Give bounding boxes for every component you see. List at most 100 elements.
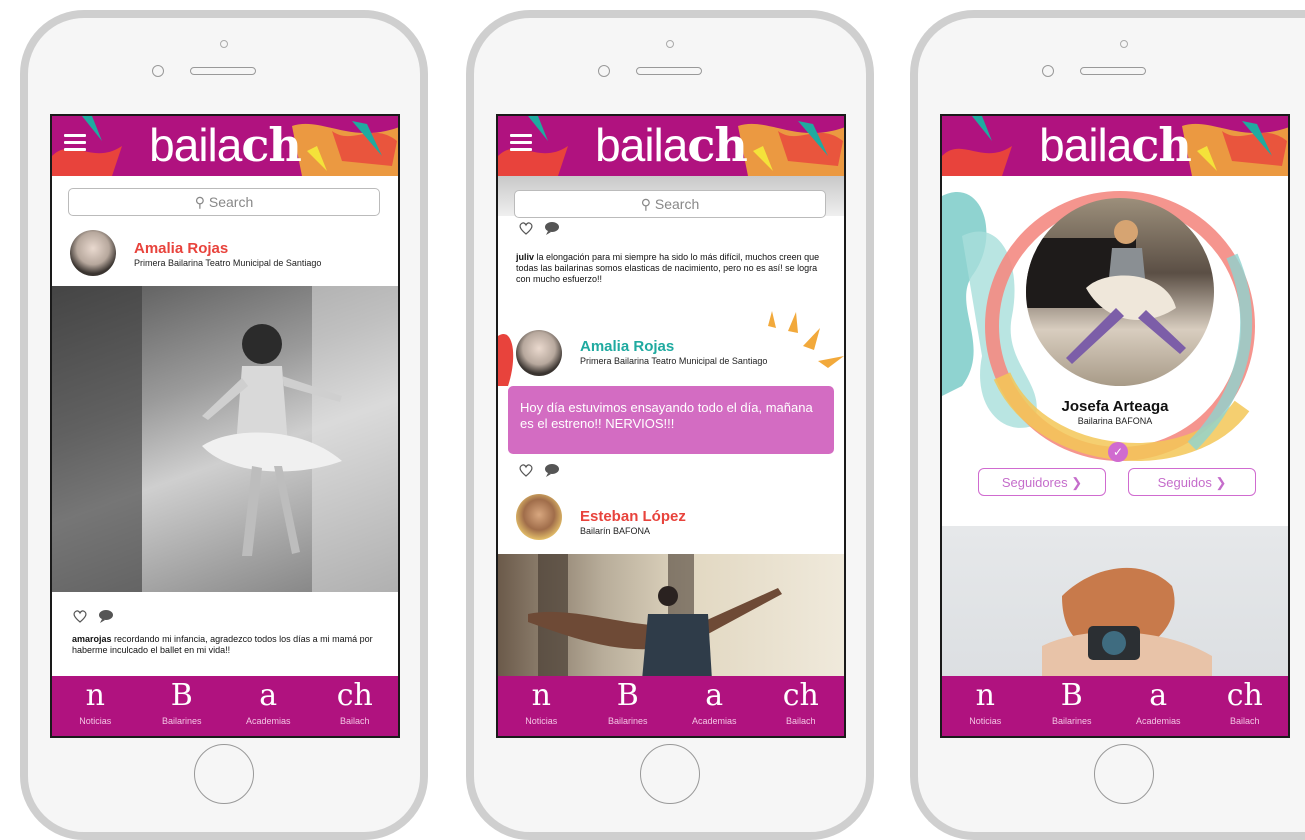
nav-academias-icon: a [1149, 678, 1168, 713]
nav-label: Bailach [1229, 716, 1260, 726]
comment-text: juliv la elongación para mi siempre ha s… [516, 252, 820, 284]
dancer-figure [1026, 220, 1186, 364]
phone-frame-2: bailach ⚲ Search juliv la elongación par… [466, 10, 874, 840]
nav-academias[interactable]: a Academias [225, 676, 312, 736]
chevron-down-icon: ❯ [1071, 475, 1083, 490]
nav-noticias[interactable]: n Noticias [498, 676, 585, 736]
ballerina-silhouette [52, 286, 398, 592]
bottom-nav: n Noticias B Bailarines a Academias ch Baila… [498, 676, 844, 736]
nav-bailarines-icon: B [170, 678, 193, 713]
screen-profile: bailach Josefa Arteaga Bailarina BAFONA … [940, 114, 1290, 738]
nav-academias[interactable]: a Academias [671, 676, 758, 736]
comment-icon[interactable] [544, 462, 560, 478]
profile-role: Bailarina BAFONA [1077, 416, 1153, 426]
post-author[interactable]: Amalia Rojas [580, 338, 674, 355]
search-icon: ⚲ [640, 196, 651, 212]
nav-bailach[interactable]: ch Bailach [758, 676, 845, 736]
search-placeholder: Search [208, 194, 254, 210]
nav-noticias-icon: n [531, 678, 551, 713]
screen-feed-2: bailach ⚲ Search juliv la elongación par… [496, 114, 846, 738]
avatar[interactable] [70, 230, 116, 276]
like-icon[interactable] [518, 462, 534, 478]
nav-noticias-icon: n [85, 678, 105, 713]
nav-bailarines[interactable]: B Bailarines [139, 676, 226, 736]
verified-icon: ✓ [1108, 442, 1128, 462]
nav-bailarines[interactable]: B Bailarines [585, 676, 672, 736]
profile-photo [1026, 198, 1214, 386]
dancers-silhouette [528, 554, 782, 680]
nav-label: Academias [245, 716, 291, 726]
search-input[interactable]: ⚲ Search [514, 190, 826, 218]
post-photo [52, 286, 398, 592]
comment-icon[interactable] [98, 608, 114, 624]
post-photo [498, 554, 844, 680]
nav-label: Academias [691, 716, 737, 726]
camera [220, 40, 228, 48]
post-caption: amarojas recordando mi infancia, agradez… [72, 634, 373, 655]
sensor [152, 65, 164, 77]
speaker [190, 67, 256, 75]
camera [1120, 40, 1128, 48]
nav-label: Bailarines [607, 716, 648, 726]
search-icon: ⚲ [194, 194, 205, 210]
app-header: bailach [498, 116, 844, 176]
nav-bailach-icon: ch [336, 678, 373, 713]
post-author[interactable]: Amalia Rojas [134, 240, 228, 257]
speaker [636, 67, 702, 75]
following-button[interactable]: Seguidos ❯ [1128, 468, 1256, 496]
following-label: Seguidos [1157, 475, 1212, 490]
nav-bailach-icon: ch [782, 678, 819, 713]
speaker [1080, 67, 1146, 75]
followers-button[interactable]: Seguidores ❯ [978, 468, 1106, 496]
like-icon[interactable] [72, 608, 88, 624]
nav-noticias[interactable]: n Noticias [52, 676, 139, 736]
sensor [598, 65, 610, 77]
nav-noticias-icon: n [975, 678, 995, 713]
app-header: bailach [52, 116, 398, 176]
phone-frame-3: bailach Josefa Arteaga Bailarina BAFONA … [910, 10, 1305, 840]
nav-noticias[interactable]: n Noticias [942, 676, 1029, 736]
nav-bailarines[interactable]: B Bailarines [1029, 676, 1116, 736]
nav-label: Noticias [525, 716, 558, 726]
home-button[interactable] [1094, 744, 1154, 804]
home-button[interactable] [194, 744, 254, 804]
camera [666, 40, 674, 48]
sensor [1042, 65, 1054, 77]
followers-label: Seguidores [1001, 475, 1068, 490]
search-placeholder: Search [654, 196, 700, 212]
nav-bailarines-icon: B [1060, 678, 1083, 713]
photographer-figure [1042, 567, 1212, 680]
avatar[interactable] [516, 494, 562, 540]
app-header: bailach [942, 116, 1288, 176]
nav-academias[interactable]: a Academias [1115, 676, 1202, 736]
post-author-role: Primera Bailarina Teatro Municipal de Sa… [580, 356, 768, 366]
nav-label: Bailach [339, 716, 370, 726]
nav-bailarines-icon: B [616, 678, 639, 713]
post-author-role: Primera Bailarina Teatro Municipal de Sa… [134, 258, 322, 268]
post-author[interactable]: Esteban López [580, 508, 686, 525]
nav-label: Noticias [969, 716, 1002, 726]
search-input[interactable]: ⚲ Search [68, 188, 380, 216]
nav-bailach[interactable]: ch Bailach [1202, 676, 1289, 736]
app-logo: bailach [1039, 118, 1192, 172]
profile-name: Josefa Arteaga [1061, 398, 1169, 415]
app-logo: bailach [149, 118, 302, 172]
comment-icon[interactable] [544, 220, 560, 236]
bottom-nav: n Noticias B Bailarines a Academias ch Baila… [942, 676, 1288, 736]
like-icon[interactable] [518, 220, 534, 236]
nav-label: Bailach [785, 716, 816, 726]
home-button[interactable] [640, 744, 700, 804]
post-photo [942, 526, 1288, 680]
nav-bailach[interactable]: ch Bailach [312, 676, 399, 736]
avatar[interactable] [516, 330, 562, 376]
nav-label: Bailarines [1051, 716, 1092, 726]
nav-label: Noticias [79, 716, 112, 726]
nav-bailach-icon: ch [1226, 678, 1263, 713]
post-author-role: Bailarín BAFONA [580, 526, 651, 536]
phone-frame-1: bailach ⚲ Search Amalia Rojas Primera Ba… [20, 10, 428, 840]
app-logo: bailach [595, 118, 748, 172]
bottom-nav: n Noticias B Bailarines a Academias ch Baila… [52, 676, 398, 736]
screen-feed: bailach ⚲ Search Amalia Rojas Primera Ba… [50, 114, 400, 738]
nav-academias-icon: a [705, 678, 724, 713]
status-message: Hoy día estuvimos ensayando todo el día,… [508, 386, 834, 454]
